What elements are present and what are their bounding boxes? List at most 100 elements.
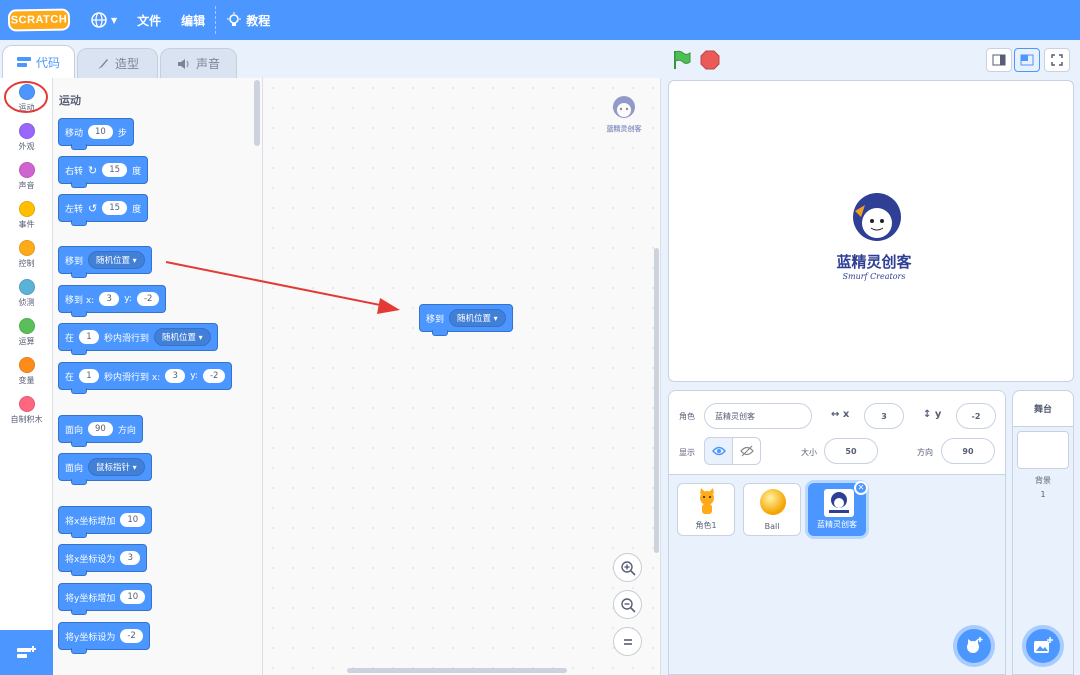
category-looks[interactable]: 外观 [0, 123, 53, 152]
block-dropdown[interactable]: 随机位置 [449, 309, 506, 327]
block-number-input[interactable]: 1 [79, 330, 100, 344]
block-text: 左转 [65, 204, 84, 215]
block-goto[interactable]: 移到 随机位置 [58, 246, 152, 278]
sprite-info: 角色 蓝精灵创客 ↔ x 3 ↕ y -2 显示 大小 50 方向 90 [669, 391, 1005, 475]
block-dropdown[interactable]: 随机位置 [88, 251, 145, 269]
sprite-name-input[interactable]: 蓝精灵创客 [704, 403, 812, 429]
speaker-icon [178, 58, 189, 69]
block-number-input[interactable]: 3 [99, 292, 120, 306]
block-number-input[interactable]: 10 [120, 513, 146, 527]
show-visible-button[interactable] [704, 437, 733, 465]
normal-stage-button[interactable] [1014, 48, 1040, 72]
block-number-input[interactable]: -2 [120, 629, 143, 643]
zoom-in-button[interactable] [613, 553, 642, 582]
block-number-input[interactable]: 10 [120, 590, 146, 604]
category-events[interactable]: 事件 [0, 201, 53, 230]
block-dropdown[interactable]: 随机位置 [154, 328, 211, 346]
stage-logo-cn: 蓝精灵创客 [836, 253, 912, 271]
rotate-right-icon: ↻ [88, 163, 98, 177]
category-control[interactable]: 控制 [0, 240, 53, 269]
y-input[interactable]: -2 [956, 403, 996, 429]
sprite-thumbnail[interactable]: Ball [743, 483, 801, 536]
block-number-input[interactable]: 15 [102, 163, 128, 177]
block-number-input[interactable]: -2 [136, 292, 160, 306]
add-backdrop-button[interactable] [1022, 625, 1064, 667]
block-set-y[interactable]: 将y坐标设为 -2 [58, 622, 150, 654]
block-text: 在 [65, 372, 75, 383]
block-text: 面向 [65, 425, 84, 436]
file-menu[interactable]: 文件 [127, 0, 171, 40]
category-sound[interactable]: 声音 [0, 162, 53, 191]
tab-costumes[interactable]: 造型 [77, 48, 159, 78]
tab-code-label: 代码 [36, 55, 61, 70]
block-point-direction[interactable]: 面向 90 方向 [58, 415, 143, 447]
cat-add-icon [967, 637, 983, 653]
workspace-block-goto[interactable]: 移到 随机位置 [419, 304, 513, 336]
block-text: 秒内滑行到 x: [104, 372, 161, 383]
block-goto-xy[interactable]: 移到 x: 3 y: -2 [58, 285, 167, 317]
delete-sprite-button[interactable]: ✕ [854, 481, 868, 495]
tab-sounds[interactable]: 声音 [160, 48, 238, 78]
scratch-logo[interactable]: SCRATCH [7, 8, 71, 32]
script-workspace[interactable]: 蓝精灵创客 移到 随机位置 [263, 78, 661, 675]
globe-icon [91, 12, 107, 28]
stage-controls [668, 46, 1080, 76]
block-text: 度 [132, 166, 142, 177]
small-stage-button[interactable] [986, 48, 1012, 72]
block-point-towards[interactable]: 面向 鼠标指针 [58, 453, 152, 485]
block-change-y[interactable]: 将y坐标增加 10 [58, 583, 153, 615]
block-glide-xy[interactable]: 在 1 秒内滑行到 x: 3 y: -2 [58, 362, 233, 394]
palette-scrollbar[interactable] [254, 80, 260, 146]
green-flag-icon[interactable] [672, 49, 692, 71]
block-move-steps[interactable]: 移动 10 步 [58, 118, 134, 150]
block-number-input[interactable]: 3 [120, 551, 141, 565]
block-turn-left[interactable]: 左转 ↺ 15 度 [58, 194, 149, 226]
category-variables[interactable]: 变量 [0, 357, 53, 386]
zoom-reset-button[interactable] [613, 627, 642, 656]
stage-pane-title: 舞台 [1013, 391, 1073, 427]
sprite-thumbnail-selected[interactable]: ✕ 蓝精灵创客 [808, 481, 868, 536]
fullscreen-button[interactable] [1044, 48, 1070, 72]
zoom-out-button[interactable] [613, 590, 642, 619]
block-number-input[interactable]: 90 [88, 422, 113, 436]
block-palette: 运动 移动 10 步 右转 ↻ 15 度 左转 ↺ 15 度 移到 随机位置 移… [53, 78, 263, 675]
category-dot [18, 201, 35, 217]
block-number-input[interactable]: 15 [102, 201, 128, 215]
stage-selector[interactable]: 舞台 背景 1 [1012, 390, 1074, 675]
backdrop-thumbnail[interactable] [1017, 431, 1069, 469]
block-number-input[interactable]: -2 [202, 369, 226, 383]
category-dot [18, 396, 35, 412]
category-my-blocks[interactable]: 自制积木 [0, 396, 53, 425]
stop-icon[interactable] [700, 50, 720, 70]
y-label-text: y [934, 409, 942, 420]
category-sensing[interactable]: 侦测 [0, 279, 53, 308]
edit-menu[interactable]: 编辑 [171, 0, 215, 40]
stage-canvas[interactable]: 蓝精灵创客 Smurf Creators [668, 80, 1074, 382]
direction-input[interactable]: 90 [941, 438, 995, 464]
block-number-input[interactable]: 10 [88, 125, 113, 139]
add-extension-button[interactable] [0, 630, 53, 675]
block-text: 右转 [65, 166, 84, 177]
category-operators[interactable]: 运算 [0, 318, 53, 347]
size-input[interactable]: 50 [824, 438, 878, 464]
workspace-vertical-scrollbar[interactable] [654, 248, 659, 553]
highlight-circle [4, 81, 48, 113]
block-text: 方向 [117, 425, 136, 436]
workspace-horizontal-scrollbar[interactable] [347, 668, 567, 673]
block-number-input[interactable]: 3 [165, 369, 186, 383]
x-input[interactable]: 3 [864, 403, 904, 429]
block-text: 将y坐标增加 [65, 593, 116, 604]
add-sprite-button[interactable] [953, 625, 995, 667]
block-dropdown[interactable]: 鼠标指针 [88, 458, 145, 476]
block-number-input[interactable]: 1 [79, 369, 100, 383]
block-turn-right[interactable]: 右转 ↻ 15 度 [58, 156, 149, 188]
stage-sprite[interactable]: 蓝精灵创客 Smurf Creators [829, 191, 919, 281]
show-hidden-button[interactable] [732, 437, 761, 465]
block-set-x[interactable]: 将x坐标设为 3 [58, 544, 148, 576]
language-menu[interactable]: ▼ [80, 0, 127, 40]
tab-code[interactable]: 代码 [2, 45, 76, 78]
sprite-thumbnail[interactable]: 角色1 [677, 483, 735, 536]
block-change-x[interactable]: 将x坐标增加 10 [58, 506, 153, 538]
tutorials-menu[interactable]: 教程 [216, 0, 280, 40]
block-glide-to[interactable]: 在 1 秒内滑行到 随机位置 [58, 323, 218, 355]
